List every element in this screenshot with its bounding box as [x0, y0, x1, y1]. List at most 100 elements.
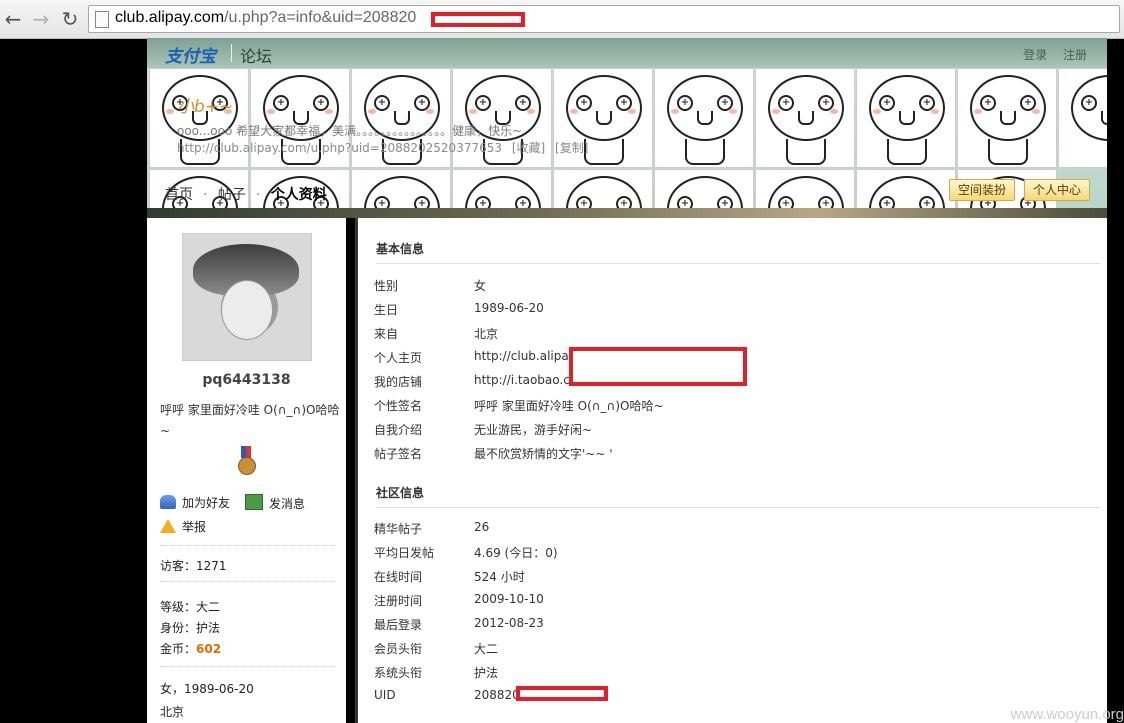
info-label: 平均日发帖 [374, 546, 435, 560]
add-friend-icon [160, 495, 176, 509]
info-label: 自我介绍 [374, 423, 423, 437]
top-links: 登录 注册 [1011, 46, 1087, 63]
forum-topbar: 支付宝 论坛 登录 注册 [147, 38, 1107, 68]
info-label: 精华帖子 [374, 522, 423, 536]
info-value: 北京 [474, 327, 499, 341]
send-message-button[interactable]: 发消息 [245, 494, 305, 512]
cartoon-face-icon: ++ [654, 169, 754, 209]
info-label: 帖子签名 [374, 447, 423, 461]
favorite-link[interactable]: [收藏] [512, 141, 545, 155]
info-label: 会员头衔 [374, 642, 423, 656]
cartoon-face-icon: ++ [856, 169, 956, 209]
visitors-stat: 访客：1271 [160, 557, 227, 574]
shop-link[interactable]: http://i.taobao.c [474, 373, 570, 387]
tab-profile[interactable]: 个人资料 [271, 187, 327, 203]
redaction-box [569, 347, 747, 386]
info-value: 2009-10-10 [474, 592, 544, 606]
add-friend-button[interactable]: 加为好友 [160, 494, 230, 511]
visitors-value: 1271 [196, 559, 227, 573]
alipay-logo[interactable]: 支付宝 [165, 42, 216, 67]
profile-tabs: 首页 · 帖子 · 个人资料 [165, 184, 337, 204]
copy-link[interactable]: [复制] [555, 141, 588, 155]
info-value: 524 小时 [474, 570, 525, 584]
back-icon[interactable]: ← [2, 8, 24, 30]
divider [160, 666, 336, 667]
info-label: 最后登录 [374, 618, 423, 632]
visitors-label: 访客： [160, 559, 197, 573]
redaction-box [516, 686, 608, 701]
send-message-label: 发消息 [269, 497, 306, 511]
report-button[interactable]: 举报 [160, 518, 206, 535]
info-value: 1989-06-20 [474, 301, 544, 315]
level-value: 大二 [196, 600, 221, 614]
basic-info-title: 基本信息 [376, 240, 1100, 264]
info-value: 2012-08-23 [474, 616, 544, 630]
info-value: 最不欣赏矫情的文字'~~ ' [474, 447, 613, 461]
identity-label: 身份： [160, 621, 197, 635]
register-link[interactable]: 注册 [1063, 48, 1087, 62]
info-value: 女 [474, 279, 487, 293]
logo-divider [231, 44, 232, 62]
divider [160, 545, 336, 546]
forum-title[interactable]: 论坛 [240, 43, 272, 67]
profile-url-line: http://club.alipay.com/u.php?uid=2088202… [177, 139, 594, 156]
level-label: 等级： [160, 600, 197, 614]
info-value: 无业游民，游手好闲~ [474, 423, 593, 437]
profile-details: 基本信息 性别 女 生日 1989-06-20 来自 北京 个人主页 http://cl… [355, 218, 1107, 723]
community-info-title: 社区信息 [376, 484, 1100, 508]
homepage-link[interactable]: http://club.alipay [474, 349, 576, 363]
gold-label: 金币： [160, 642, 197, 656]
info-label: UID [374, 688, 396, 702]
info-value: 26 [474, 520, 490, 534]
profile-banner: + + + + + + + + + + + + + + + + + + + + + + + + + + +… [147, 38, 1107, 209]
url-host: club.alipay.com [115, 9, 225, 26]
tab-posts[interactable]: 帖子 [218, 187, 246, 203]
avatar-face [221, 280, 273, 340]
info-label: 生日 [374, 303, 399, 317]
cartoon-face-icon: ++ [856, 68, 956, 168]
info-value: 呼呼 家里面好冷哇 O(∩_∩)O哈哈~ [474, 399, 664, 413]
browser-toolbar: ← → ↻ club.alipay.com/u.php?a=info&uid=2… [0, 0, 1124, 39]
banner-photo-strip [147, 208, 1107, 218]
add-friend-label: 加为好友 [182, 496, 231, 510]
page-icon [95, 11, 109, 28]
uid-value: 208820 [474, 688, 520, 702]
tab-separator: · [203, 187, 208, 203]
redaction-box [431, 12, 525, 27]
warning-icon [160, 519, 176, 533]
space-decor-button[interactable]: 空间装扮 [949, 179, 1016, 201]
identity-value: 护法 [196, 621, 221, 635]
cartoon-face-icon: ++ [957, 68, 1057, 168]
info-label: 注册时间 [374, 594, 423, 608]
medal-icon [238, 446, 256, 475]
info-value: 大二 [474, 642, 499, 656]
identity-stat: 身份：护法 [160, 619, 220, 636]
tab-home[interactable]: 首页 [165, 187, 193, 203]
divider [160, 581, 336, 582]
username: pq6443138 [202, 372, 291, 388]
forward-icon[interactable]: → [30, 8, 52, 30]
info-label: 系统头衔 [374, 666, 423, 680]
login-link[interactable]: 登录 [1023, 48, 1047, 62]
cartoon-face-icon: ++ [351, 169, 451, 209]
address-bar[interactable]: club.alipay.com/u.php?a=info&uid=208820 [88, 5, 1120, 33]
info-label: 在线时间 [374, 570, 423, 584]
profile-signature: ooo...ooo 希望大家都幸福，美满。。。。。。。。。。。。。。。健康，快乐… [177, 124, 523, 138]
reload-icon[interactable]: ↻ [59, 8, 81, 30]
avatar[interactable] [182, 233, 312, 361]
info-value: 4.69 (今日：0) [474, 546, 558, 560]
url-text: club.alipay.com/u.php?a=info&uid=208820 [115, 9, 416, 27]
profile-url: http://club.alipay.com/u.php?uid=2088202… [177, 141, 502, 155]
cartoon-face-icon: ++ [755, 169, 855, 209]
info-label: 个人主页 [374, 351, 423, 365]
tab-separator: · [255, 187, 261, 203]
cartoon-face-icon: ++ [452, 169, 552, 209]
forum-page: + + + + + + + + + + + + + + + + + + + + + + + + + + +… [147, 38, 1107, 723]
gold-value: 602 [196, 642, 222, 656]
info-label: 我的店铺 [374, 375, 423, 389]
info-label: 来自 [374, 327, 399, 341]
profile-nickname: 小b+~ [177, 97, 234, 117]
user-sidebar: pq6443138 呼呼 家里面好冷哇 O(∩_∩)O哈哈~ 加为好友 发消息 … [147, 218, 346, 723]
info-value: 护法 [474, 666, 499, 680]
personal-center-button[interactable]: 个人中心 [1024, 179, 1091, 201]
